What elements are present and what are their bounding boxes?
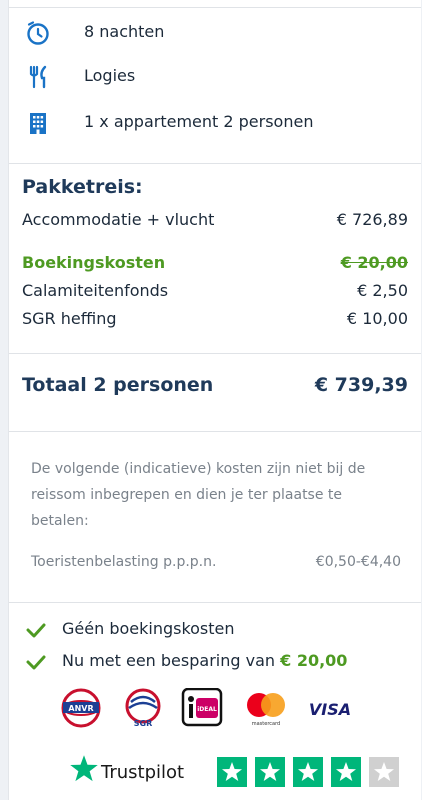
clock-icon	[27, 21, 49, 45]
sgr-logo-text: SGR	[134, 719, 153, 728]
trustpilot-star-box	[331, 757, 361, 787]
saving-amount: € 20,00	[280, 651, 348, 670]
divider-1	[9, 163, 421, 164]
ideal-logo-text: iDEAL	[197, 706, 217, 713]
sgr-logo: SGR	[125, 688, 161, 728]
benefit-saving-text: Nu met een besparing van € 20,00	[62, 651, 347, 670]
sgr-fee-value: € 10,00	[346, 309, 408, 328]
calamity-fund-value: € 2,50	[357, 281, 408, 300]
trust-logos: ANVR SGR iDEAL mastercard VISA	[59, 688, 379, 732]
mastercard-logo-text: mastercard	[252, 721, 280, 727]
tourist-tax-row: Toeristenbelasting p.p.p.n. €0,50-€4,40	[31, 554, 401, 570]
benefit-no-fee: Géén boekingskosten	[25, 617, 415, 643]
visa-logo-text: VISA	[309, 700, 351, 719]
total-label: Totaal 2 personen	[22, 374, 214, 396]
fact-board-text: Logies	[84, 66, 136, 85]
sgr-fee-label: SGR heffing	[22, 309, 117, 328]
total-price: € 739,39	[314, 374, 408, 396]
building-icon	[30, 113, 46, 134]
trustpilot-star-box	[369, 757, 399, 787]
booking-fee-label: Boekingskosten	[22, 253, 166, 272]
checkmark-icon	[26, 655, 46, 670]
fact-room-text: 1 x appartement 2 personen	[84, 112, 314, 131]
fact-board: Logies	[9, 54, 421, 100]
benefit-no-fee-text: Géén boekingskosten	[62, 619, 235, 638]
fact-room: 1 x appartement 2 personen	[9, 100, 421, 146]
visa-logo: VISA	[309, 700, 351, 719]
trustpilot-star-box	[255, 757, 285, 787]
booking-fee-value: € 20,00	[340, 253, 408, 272]
saving-prefix: Nu met een besparing van	[62, 651, 276, 670]
trustpilot-star-icon	[70, 755, 98, 782]
fact-nights-text: 8 nachten	[84, 22, 165, 41]
divider-3	[9, 431, 421, 432]
trustpilot-name: Trustpilot	[101, 762, 185, 783]
trustpilot-rating: Trustpilot	[69, 752, 409, 792]
checkmark-icon	[26, 623, 46, 638]
anvr-logo: ANVR	[61, 688, 101, 728]
booking-summary-card: 8 nachten Logies 1 x appartement 2 perso…	[8, 0, 421, 800]
accommodation-label: Accommodatie + vlucht	[22, 210, 215, 229]
accommodation-value: € 726,89	[336, 210, 408, 229]
benefit-saving: Nu met een besparing van € 20,00	[25, 649, 415, 675]
tourist-tax-label: Toeristenbelasting p.p.p.n.	[31, 554, 217, 570]
fork-knife-icon	[29, 65, 47, 89]
divider-2	[9, 353, 421, 354]
divider-4	[9, 602, 421, 603]
package-title: Pakketreis:	[22, 176, 143, 198]
trustpilot-star-box	[293, 757, 323, 787]
trustpilot-stars	[217, 757, 399, 787]
extra-costs-note: De volgende (indicatieve) kosten zijn ni…	[31, 461, 366, 529]
mastercard-logo: mastercard	[247, 693, 285, 727]
anvr-logo-text: ANVR	[68, 704, 93, 713]
fact-nights: 8 nachten	[9, 10, 421, 56]
trip-facts: 8 nachten Logies 1 x appartement 2 perso…	[9, 8, 421, 146]
calamity-fund-label: Calamiteitenfonds	[22, 281, 169, 300]
tourist-tax-value: €0,50-€4,40	[315, 554, 401, 570]
trustpilot-star-box	[217, 757, 247, 787]
ideal-logo: iDEAL	[181, 688, 223, 727]
